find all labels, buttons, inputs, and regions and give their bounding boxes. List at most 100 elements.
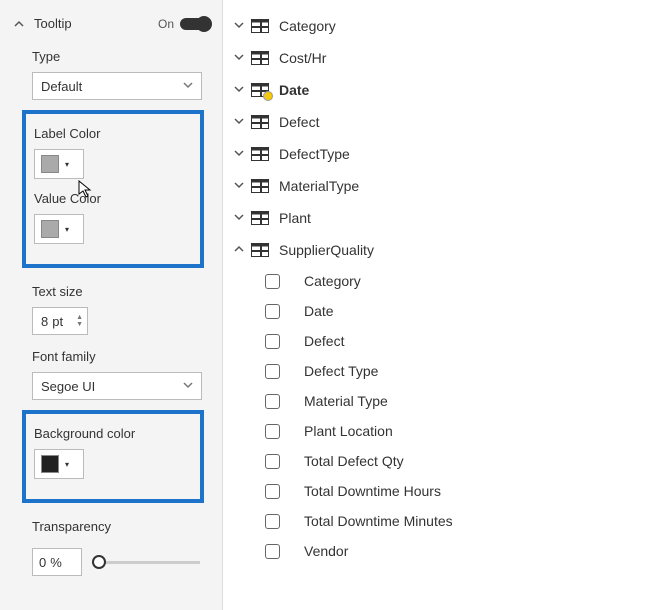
tooltip-section-header[interactable]: Tooltip On <box>0 8 222 39</box>
table-icon <box>251 115 269 129</box>
table-row[interactable]: Defect <box>223 106 648 138</box>
field-row[interactable]: Plant Location <box>223 416 648 446</box>
transparency-value: 0 <box>39 555 46 570</box>
table-label: Cost/Hr <box>279 50 326 66</box>
chevron-down-icon[interactable] <box>231 51 247 65</box>
table-row[interactable]: MaterialType <box>223 170 648 202</box>
chevron-down-icon[interactable] <box>231 147 247 161</box>
table-icon <box>251 147 269 161</box>
type-dropdown[interactable]: Default <box>32 72 202 100</box>
table-icon <box>251 19 269 33</box>
type-group: Type Default <box>0 39 222 104</box>
chevron-down-icon[interactable] <box>231 211 247 225</box>
font-family-dropdown[interactable]: Segoe UI <box>32 372 202 400</box>
text-size-label: Text size <box>32 284 200 299</box>
table-label: MaterialType <box>279 178 359 194</box>
background-color-label: Background color <box>34 426 192 441</box>
table-icon <box>251 243 269 257</box>
field-label: Plant Location <box>304 423 393 439</box>
chevron-down-icon[interactable] <box>231 19 247 33</box>
field-label: Defect <box>304 333 344 349</box>
field-checkbox[interactable] <box>265 544 280 559</box>
field-row[interactable]: Material Type <box>223 386 648 416</box>
toggle-state-label: On <box>158 17 174 31</box>
label-color-picker[interactable]: ▾ <box>34 149 84 179</box>
slider-handle[interactable] <box>92 555 106 569</box>
format-pane: Tooltip On Type Default Label Color ▾ Va… <box>0 0 223 610</box>
table-label: Defect <box>279 114 319 130</box>
caret-down-icon: ▾ <box>65 160 69 169</box>
field-checkbox[interactable] <box>265 394 280 409</box>
table-label: Category <box>279 18 336 34</box>
font-family-label: Font family <box>32 349 200 364</box>
chevron-down-icon <box>183 80 193 93</box>
table-label: Plant <box>279 210 311 226</box>
table-row[interactable]: Plant <box>223 202 648 234</box>
field-checkbox[interactable] <box>265 334 280 349</box>
table-label: Date <box>279 82 309 98</box>
table-icon <box>251 179 269 193</box>
transparency-input[interactable]: 0 % <box>32 548 82 576</box>
text-size-unit: pt <box>52 314 63 329</box>
color-highlight-box: Label Color ▾ Value Color ▾ <box>22 110 204 268</box>
color-swatch <box>41 455 59 473</box>
type-value: Default <box>41 79 82 94</box>
label-color-label: Label Color <box>34 126 192 141</box>
field-label: Vendor <box>304 543 348 559</box>
field-checkbox[interactable] <box>265 304 280 319</box>
transparency-group: Transparency 0 % <box>0 509 222 576</box>
field-label: Category <box>304 273 361 289</box>
date-badge-icon <box>263 91 273 101</box>
field-label: Date <box>304 303 334 319</box>
spinner-icon[interactable]: ▲▼ <box>76 314 83 328</box>
field-label: Total Defect Qty <box>304 453 404 469</box>
chevron-down-icon[interactable] <box>231 83 247 97</box>
transparency-unit: % <box>50 555 62 570</box>
table-row[interactable]: SupplierQuality <box>223 234 648 266</box>
value-color-picker[interactable]: ▾ <box>34 214 84 244</box>
field-row[interactable]: Defect Type <box>223 356 648 386</box>
table-row[interactable]: Cost/Hr <box>223 42 648 74</box>
field-label: Defect Type <box>304 363 378 379</box>
fields-pane: Category Cost/Hr Date Defect DefectType Mater… <box>223 0 648 610</box>
background-highlight-box: Background color ▾ <box>22 410 204 503</box>
field-checkbox[interactable] <box>265 364 280 379</box>
text-size-input[interactable]: 8 pt ▲▼ <box>32 307 88 335</box>
field-checkbox[interactable] <box>265 424 280 439</box>
table-row[interactable]: Category <box>223 10 648 42</box>
table-row[interactable]: DefectType <box>223 138 648 170</box>
color-swatch <box>41 155 59 173</box>
field-row[interactable]: Total Defect Qty <box>223 446 648 476</box>
type-label: Type <box>32 49 200 64</box>
field-checkbox[interactable] <box>265 454 280 469</box>
field-row[interactable]: Total Downtime Hours <box>223 476 648 506</box>
field-checkbox[interactable] <box>265 484 280 499</box>
field-row[interactable]: Date <box>223 296 648 326</box>
text-size-group: Text size 8 pt ▲▼ <box>0 274 222 339</box>
field-checkbox[interactable] <box>265 274 280 289</box>
value-color-label: Value Color <box>34 191 192 206</box>
transparency-label: Transparency <box>32 519 200 534</box>
field-checkbox[interactable] <box>265 514 280 529</box>
chevron-up-icon <box>12 17 26 31</box>
field-row[interactable]: Category <box>223 266 648 296</box>
field-label: Total Downtime Hours <box>304 483 441 499</box>
table-label: SupplierQuality <box>279 242 374 258</box>
background-color-picker[interactable]: ▾ <box>34 449 84 479</box>
chevron-up-icon[interactable] <box>231 243 247 257</box>
transparency-slider[interactable] <box>92 561 200 564</box>
font-family-group: Font family Segoe UI <box>0 339 222 404</box>
field-row[interactable]: Vendor <box>223 536 648 566</box>
table-row[interactable]: Date <box>223 74 648 106</box>
chevron-down-icon[interactable] <box>231 115 247 129</box>
tooltip-section-title: Tooltip <box>34 16 158 31</box>
chevron-down-icon[interactable] <box>231 179 247 193</box>
caret-down-icon: ▾ <box>65 460 69 469</box>
table-icon <box>251 83 269 97</box>
table-icon <box>251 51 269 65</box>
table-icon <box>251 211 269 225</box>
field-label: Total Downtime Minutes <box>304 513 453 529</box>
tooltip-toggle[interactable] <box>180 18 210 30</box>
field-row[interactable]: Defect <box>223 326 648 356</box>
field-row[interactable]: Total Downtime Minutes <box>223 506 648 536</box>
